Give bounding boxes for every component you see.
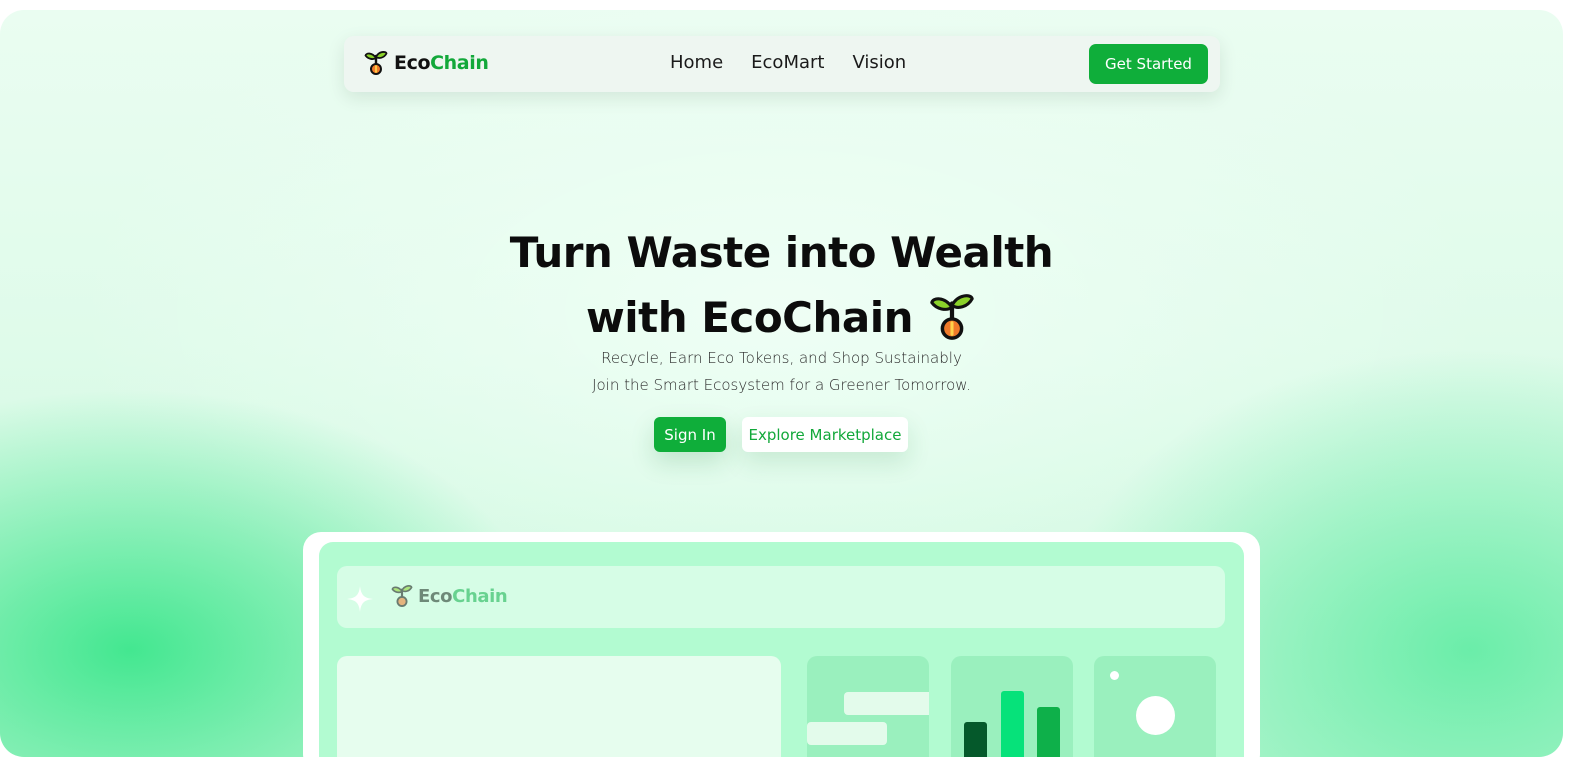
hero-title-line2: with EcoChain [0,292,1563,342]
hero-title-line1: Turn Waste into Wealth [509,228,1054,277]
get-started-button[interactable]: Get Started [1089,44,1208,84]
dashboard-preview: EcoChain [303,532,1260,757]
preview-list-bar [844,692,929,715]
sprout-icon [364,51,388,75]
preview-chart-bar [1001,691,1024,757]
preview-main-card [337,656,781,757]
nav-link-home[interactable]: Home [670,52,723,73]
nav-link-vision[interactable]: Vision [852,52,906,73]
preview-brand-name-chain: Chain [452,585,508,607]
preview-card-list [807,656,929,757]
brand-name-eco: Eco [394,52,431,74]
brand-name-chain: Chain [430,52,489,74]
sparkle-icon [347,586,373,612]
top-navbar: EcoChain Home EcoMart Vision Get Started [344,36,1220,92]
sign-in-button[interactable]: Sign In [654,417,726,452]
preview-chart-bar [964,722,987,757]
preview-brand-name-eco: Eco [418,585,453,607]
hero-subtitle-line2: Join the Smart Ecosystem for a Greener T… [592,376,971,394]
preview-header: EcoChain [337,566,1225,628]
brand-logo[interactable]: EcoChain [364,50,489,76]
nav-links: Home EcoMart Vision [670,52,906,73]
preview-card-chart [951,656,1073,757]
preview-card-stats [1094,656,1216,757]
brand-name: EcoChain [394,52,489,74]
preview-brand-logo: EcoChain [391,584,508,608]
dashboard-preview-screen: EcoChain [319,542,1244,757]
page-background: EcoChain Home EcoMart Vision Get Started… [0,10,1563,757]
explore-marketplace-button[interactable]: Explore Marketplace [742,417,908,452]
preview-large-dot [1136,696,1175,735]
hero-subtitle-line1: Recycle, Earn Eco Tokens, and Shop Susta… [601,349,962,367]
hero-title-line2-text: with EcoChain [585,292,914,342]
preview-brand-name: EcoChain [418,585,508,607]
sprout-icon [391,585,413,607]
preview-small-dot [1110,671,1119,680]
nav-link-ecomart[interactable]: EcoMart [751,52,824,73]
preview-chart-bar [1037,707,1060,757]
preview-list-bar [807,722,887,745]
sprout-icon [930,294,974,340]
